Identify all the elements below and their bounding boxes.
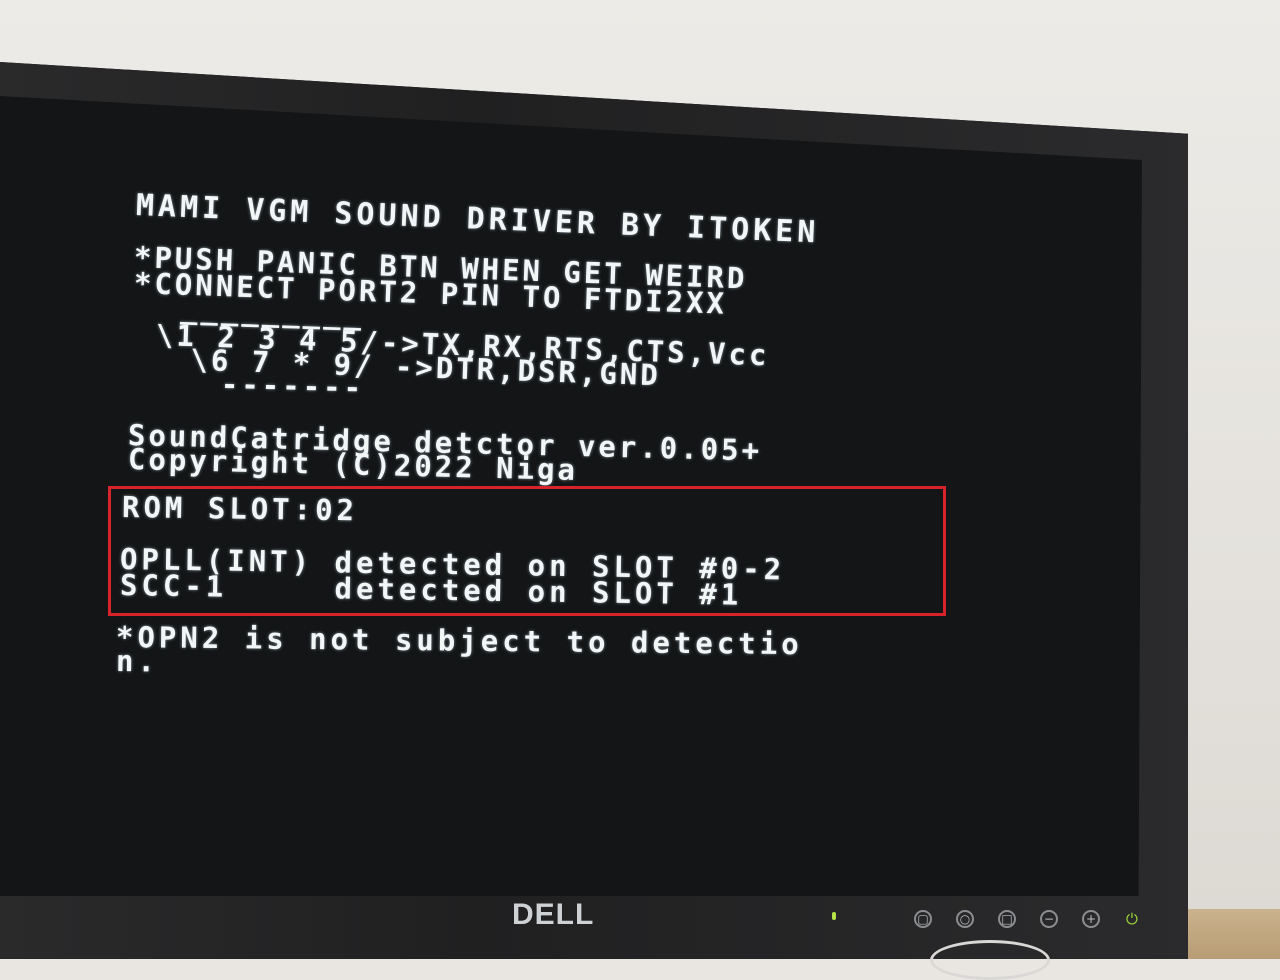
- minus-icon[interactable]: −: [1040, 910, 1058, 928]
- screen-text-layer: MAMI VGM SOUND DRIVER BY ITOKEN *PUSH PA…: [0, 0, 1280, 959]
- status-led: [832, 912, 836, 920]
- plus-icon[interactable]: +: [1082, 910, 1100, 928]
- opn2-note-line-1: *OPN2 is not subject to detectio: [115, 620, 803, 662]
- cable-ring: [930, 940, 1050, 980]
- pin-bottom-rule: -------: [179, 366, 365, 405]
- input-icon[interactable]: ▢: [914, 910, 932, 928]
- menu-icon[interactable]: ○: [956, 910, 974, 928]
- highlight-box: [108, 486, 946, 616]
- dell-logo: DELL: [512, 898, 595, 931]
- power-icon[interactable]: ⏻: [1126, 912, 1140, 927]
- opn2-note-line-2: n.: [115, 644, 160, 679]
- title-line: MAMI VGM SOUND DRIVER BY ITOKEN: [135, 188, 821, 251]
- auto-adjust-icon[interactable]: □: [998, 910, 1016, 928]
